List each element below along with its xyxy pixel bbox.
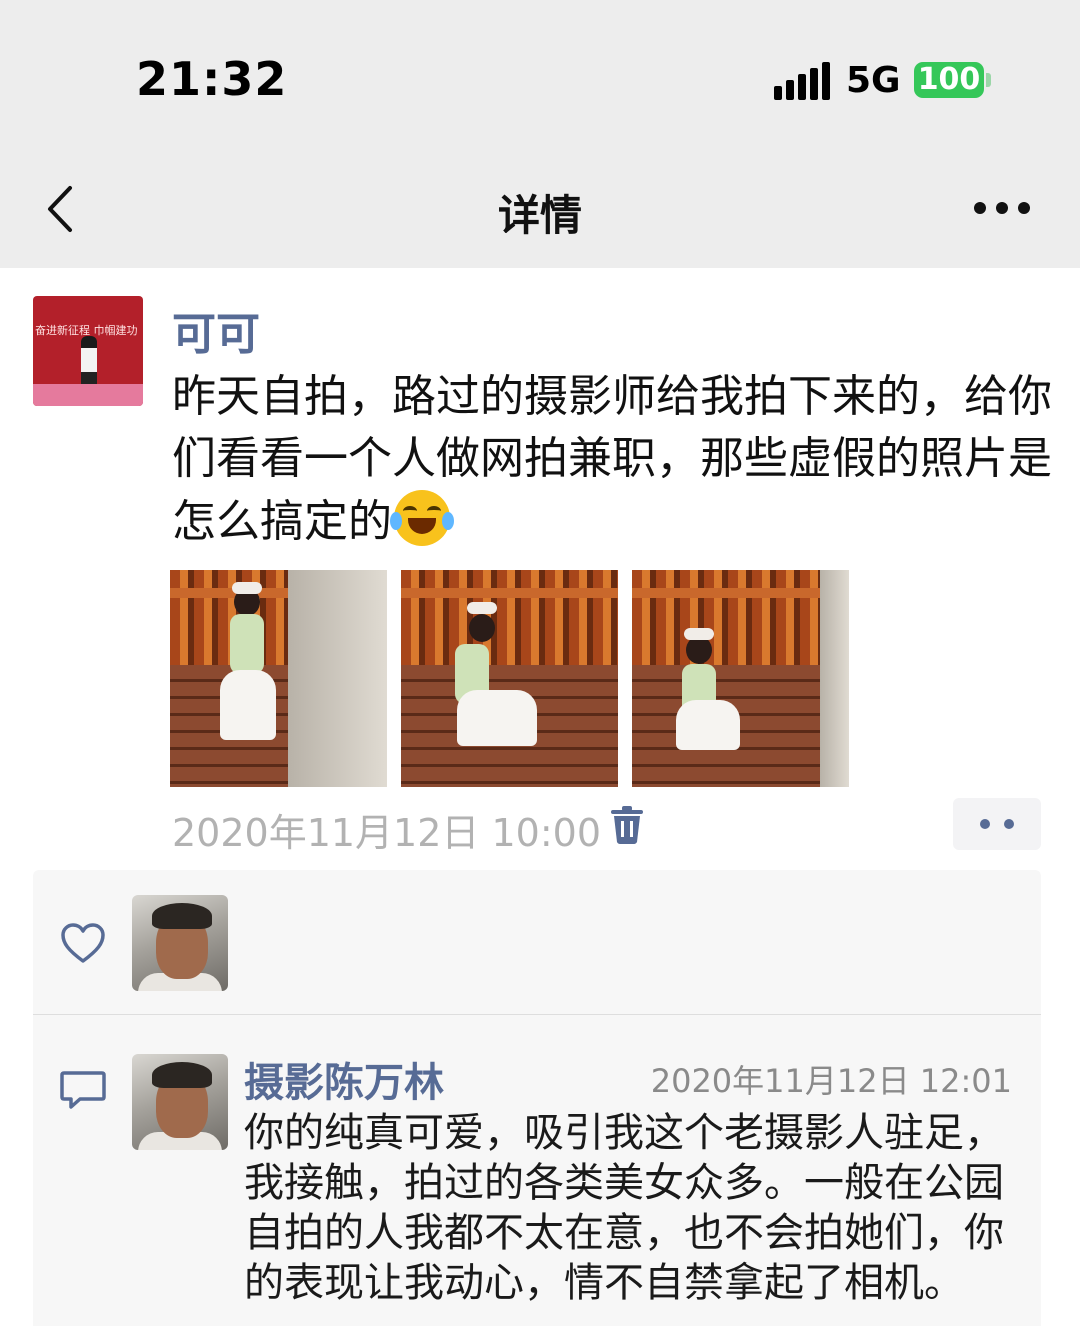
network-type: 5G — [846, 60, 901, 101]
nav-bar: 详情 — [0, 170, 1080, 268]
tears-of-joy-emoji — [390, 490, 454, 546]
comment-time: 2020年11月12日 12:01 — [650, 1062, 1012, 1100]
battery-icon: 100 — [914, 62, 984, 98]
post-text: 昨天自拍，路过的摄影师给我拍下来的，给你们看看一个人做网拍兼职，那些虚假的照片是… — [172, 366, 1052, 553]
heart-icon — [61, 923, 105, 963]
battery-tip — [986, 73, 991, 87]
post-author-avatar[interactable]: 奋进新征程 巾帼建功 — [33, 296, 143, 406]
chevron-left-icon[interactable] — [42, 184, 82, 234]
divider — [33, 1014, 1041, 1015]
post-text-body: 昨天自拍，路过的摄影师给我拍下来的，给你们看看一个人做网拍兼职，那些虚假的照片是… — [172, 371, 1052, 547]
page-title: 详情 — [497, 191, 582, 240]
post-photo-2[interactable] — [401, 570, 618, 787]
status-bar: 21:32 5G 100 — [0, 0, 1080, 170]
more-dots-icon[interactable] — [974, 198, 1030, 218]
post-photo-1[interactable] — [170, 570, 387, 787]
post-photo-3[interactable] — [632, 570, 849, 787]
comment-text: 你的纯真可爱，吸引我这个老摄影人驻足，我接触，拍过的各类美女众多。一般在公园自拍… — [244, 1110, 1004, 1306]
status-time: 21:32 — [136, 52, 288, 106]
trash-icon[interactable] — [611, 806, 643, 844]
comment-like-action-button[interactable] — [953, 798, 1041, 850]
post-author-name[interactable]: 可可 — [172, 298, 260, 362]
commenter-avatar[interactable] — [132, 1054, 228, 1150]
comment-author[interactable]: 摄影陈万林 — [244, 1050, 444, 1108]
post-timestamp: 2020年11月12日 10:00 — [172, 811, 602, 855]
signal-icon — [774, 62, 830, 100]
comment-bubble-icon — [60, 1071, 106, 1109]
liker-avatar[interactable] — [132, 895, 228, 991]
